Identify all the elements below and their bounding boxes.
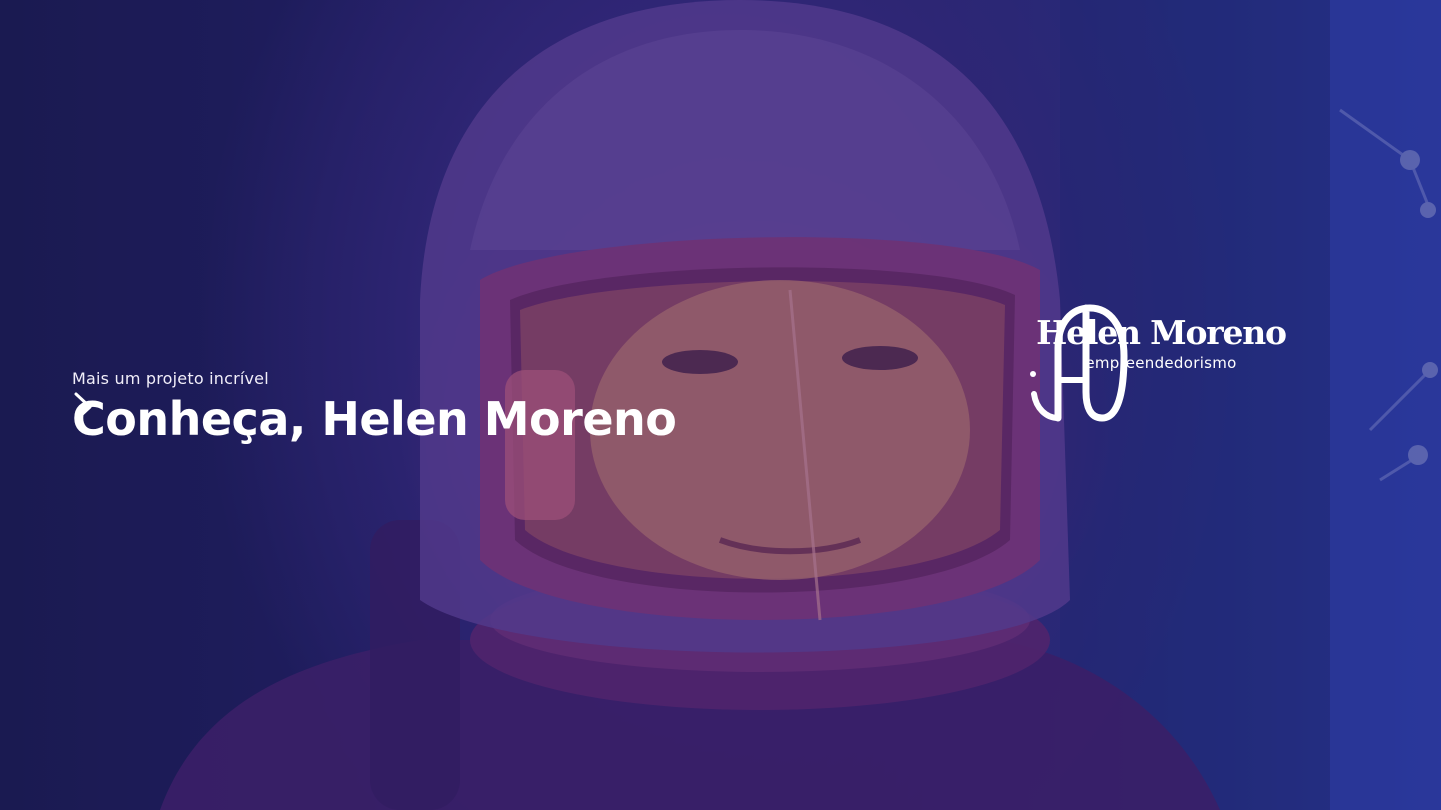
cta-title: Conheça, Helen Moreno (72, 392, 677, 446)
hero-banner: Mais um projeto incrível Conheça, Helen … (0, 0, 1441, 810)
monogram-h-icon (1030, 304, 1128, 422)
meet-project-link[interactable]: Conheça, Helen Moreno (72, 390, 677, 448)
intro-subtitle: Mais um projeto incrível (72, 369, 269, 388)
brand-logo: Helen Moreno empreendedorismo (1028, 300, 1294, 422)
chevron-right-icon (74, 392, 92, 422)
